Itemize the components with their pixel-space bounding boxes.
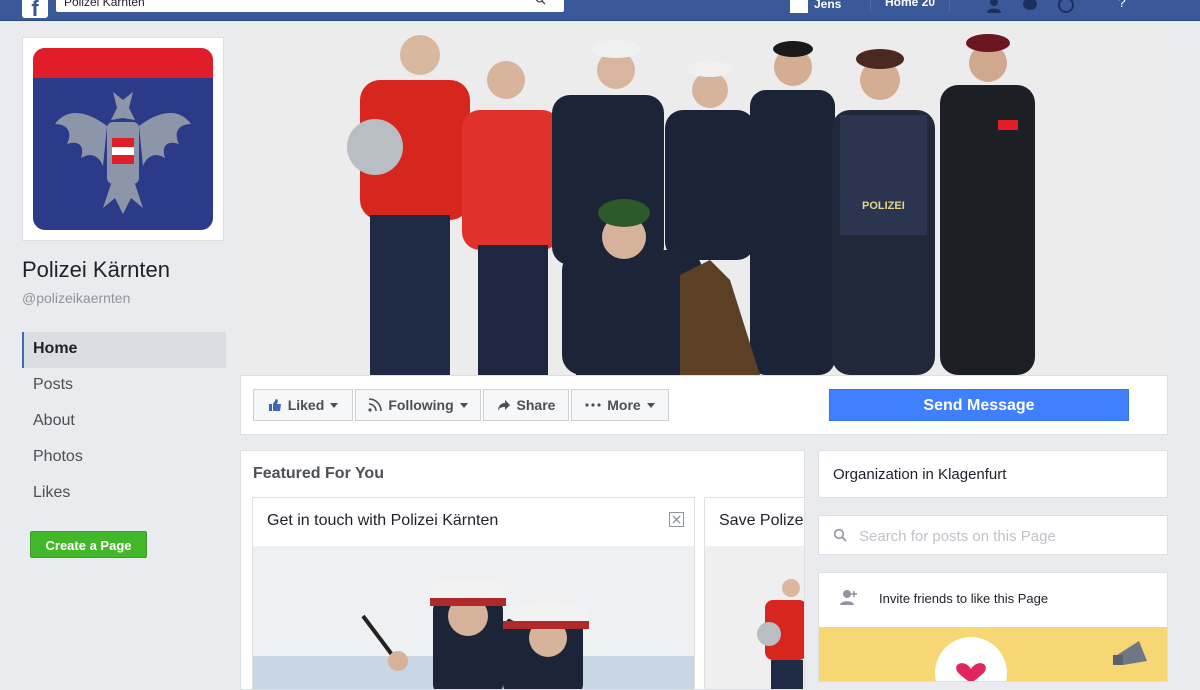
page-action-bar: Liked Following Share More Send Message: [240, 375, 1168, 435]
featured-card-2-image: [705, 546, 804, 689]
featured-card[interactable]: Get in touch with Polizei Kärnten: [252, 497, 695, 689]
eagle-emblem-icon: [55, 92, 191, 214]
share-arrow-icon: [497, 400, 510, 411]
invite-banner: [819, 627, 1167, 681]
featured-card-2[interactable]: Save Polizei: [704, 497, 805, 689]
page-post-search-input[interactable]: [857, 524, 1151, 548]
share-label: Share: [516, 397, 556, 413]
featured-title: Featured For You: [253, 465, 384, 482]
messages-icon[interactable]: [1021, 0, 1039, 14]
featured-card-image: [253, 546, 694, 689]
thumbs-up-icon: [268, 399, 281, 411]
liked-label: Liked: [287, 397, 325, 413]
rss-icon: [368, 398, 383, 412]
profile-name: Jens: [814, 0, 842, 11]
add-person-icon[interactable]: [839, 587, 859, 607]
caret-down-icon: [459, 403, 468, 408]
notification-icons: [985, 0, 1075, 14]
more-label: More: [607, 397, 641, 413]
sidebar-item-home[interactable]: Home: [22, 332, 226, 368]
group-photo-illustration: POLIZEI: [240, 25, 1168, 375]
more-dots-icon: [585, 403, 601, 407]
sidebar-item-posts[interactable]: Posts: [22, 368, 226, 404]
top-navigation-bar: f Jens Home 20 ?: [0, 0, 1200, 21]
create-page-button[interactable]: Create a Page: [30, 531, 147, 558]
more-button[interactable]: More: [571, 389, 669, 421]
global-search: [56, 0, 564, 12]
invite-friends-box: Invite friends to like this Page: [818, 572, 1168, 682]
sidebar-item-about[interactable]: About: [22, 404, 226, 440]
avatar: [790, 0, 808, 13]
send-message-button[interactable]: Send Message: [829, 389, 1129, 421]
caret-down-icon: [330, 403, 339, 408]
sidebar-item-likes[interactable]: Likes: [22, 476, 226, 512]
caret-down-icon: [646, 403, 655, 408]
search-icon: [833, 528, 847, 542]
organization-info[interactable]: Organization in Klagenfurt: [818, 450, 1168, 498]
facebook-logo[interactable]: f: [22, 0, 48, 21]
friend-requests-icon[interactable]: [985, 0, 1003, 14]
notifications-icon[interactable]: [1057, 0, 1075, 14]
following-label: Following: [388, 397, 454, 413]
page-handle[interactable]: @polizeikaernten: [22, 290, 130, 306]
liked-button[interactable]: Liked: [253, 389, 353, 421]
vest-badge-text: POLIZEI: [862, 200, 905, 212]
megaphone-icon: [1113, 641, 1147, 665]
share-button[interactable]: Share: [483, 389, 569, 421]
sidebar-item-photos[interactable]: Photos: [22, 440, 226, 476]
profile-picture[interactable]: [22, 37, 224, 241]
home-link[interactable]: Home 20: [870, 0, 950, 12]
page-sidebar-nav: Home Posts About Photos Likes: [22, 332, 226, 512]
featured-card-2-title: Save Polizei: [719, 512, 805, 529]
cover-photo[interactable]: POLIZEI: [240, 25, 1168, 375]
page-title: Polizei Kärnten: [22, 257, 170, 282]
global-search-input[interactable]: [56, 0, 504, 12]
search-icon[interactable]: [535, 0, 546, 5]
profile-link[interactable]: Jens: [790, 0, 841, 14]
featured-for-you-section: Featured For You Get in touch with Poliz…: [240, 450, 805, 690]
invite-friends-text[interactable]: Invite friends to like this Page: [879, 591, 1048, 606]
featured-card-title: Get in touch with Polizei Kärnten: [267, 512, 499, 529]
police-logo: [33, 48, 213, 230]
close-icon[interactable]: [669, 512, 684, 527]
following-button[interactable]: Following: [355, 389, 481, 421]
page-post-search: [818, 515, 1168, 555]
help-icon[interactable]: ?: [1118, 0, 1126, 10]
